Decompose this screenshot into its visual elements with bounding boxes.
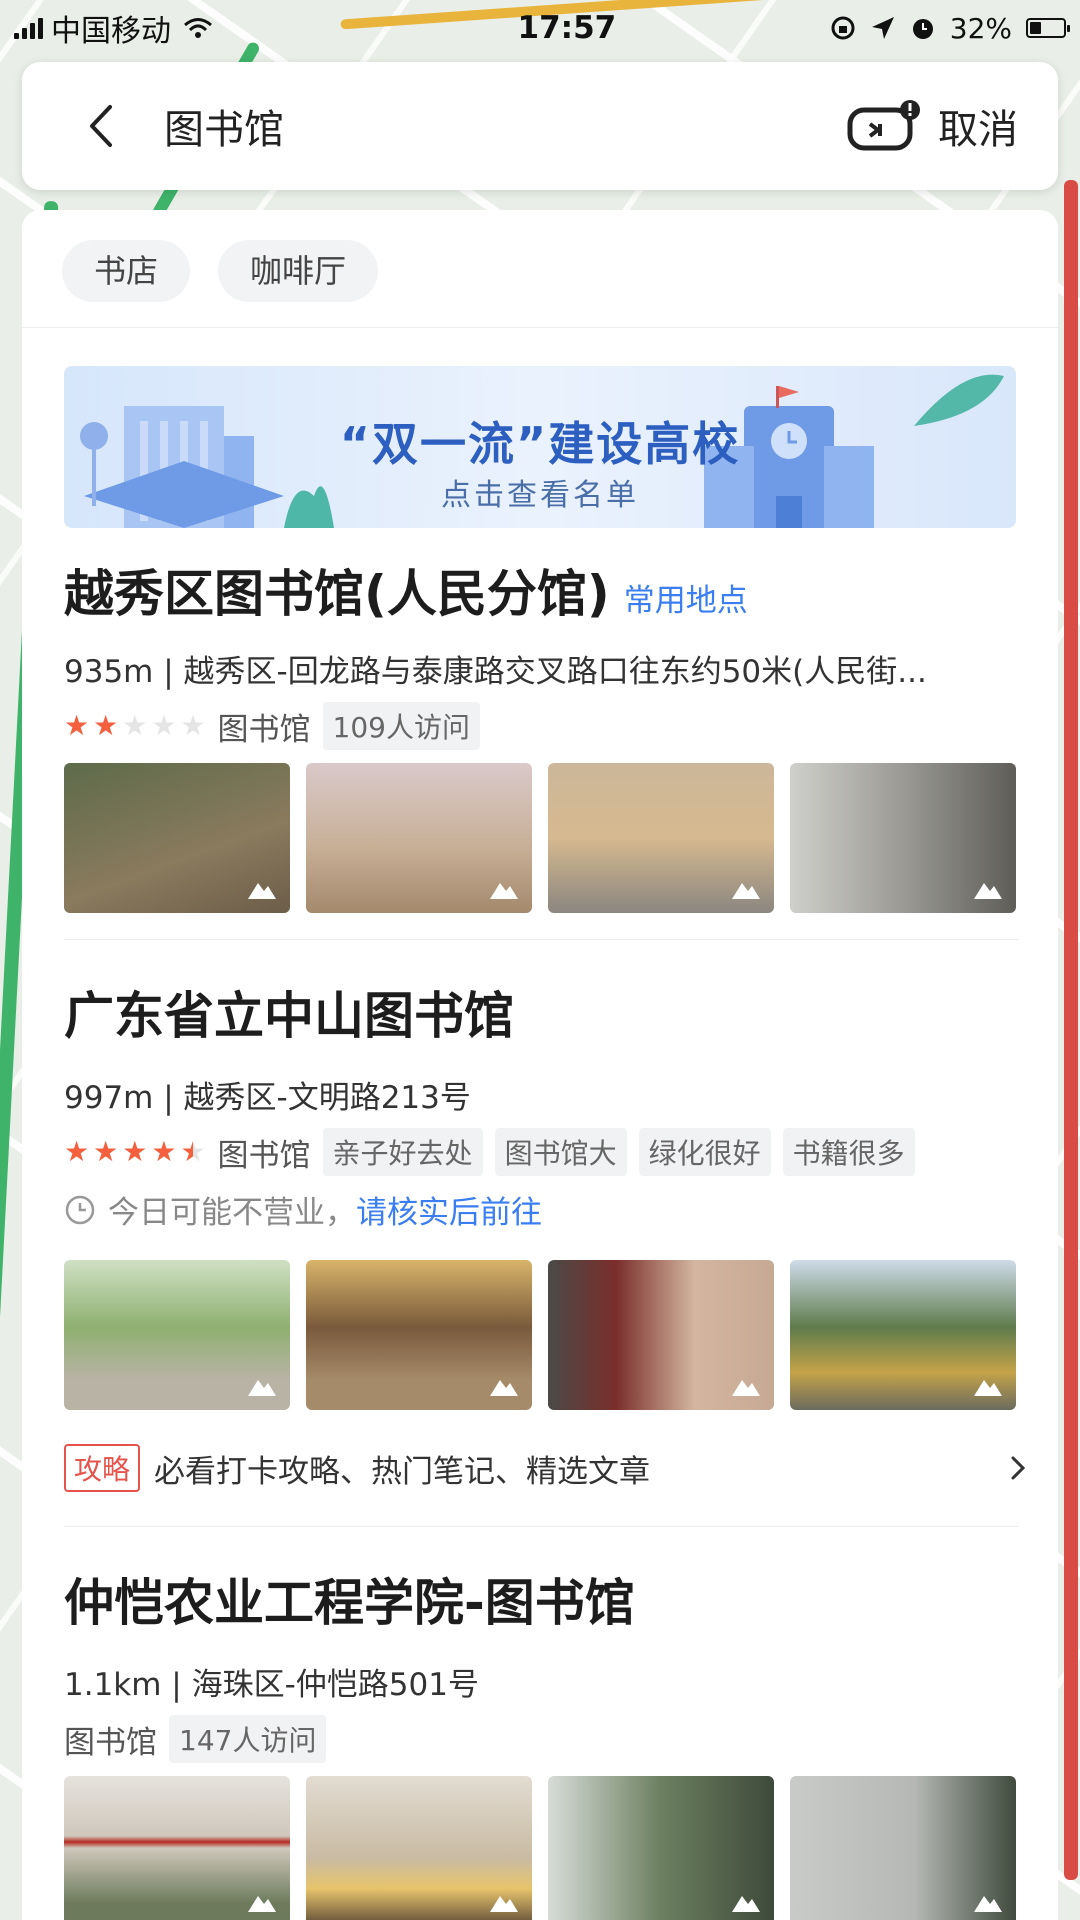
photo-thumbnail[interactable] xyxy=(64,1776,290,1920)
wifi-icon xyxy=(184,18,212,38)
suggestion-chips: 书店 咖啡厅 xyxy=(22,210,1058,328)
photo-thumbnail[interactable] xyxy=(64,1260,290,1410)
photo-icon xyxy=(732,883,760,899)
star-icon: ★ xyxy=(122,1135,148,1168)
photo-strip xyxy=(64,1776,1018,1920)
photo-icon xyxy=(490,883,518,899)
photo-icon xyxy=(490,1896,518,1912)
result-card[interactable]: 广东省立中山图书馆 997m | 越秀区-文明路213号 ★ ★ ★ ★ ★ 图… xyxy=(22,976,1058,1410)
photo-thumbnail[interactable] xyxy=(548,1260,774,1410)
photo-thumbnail[interactable] xyxy=(790,1776,1016,1920)
rating-stars: ★ ★ ★ ★ ★ xyxy=(64,1138,206,1166)
photo-icon xyxy=(974,883,1002,899)
frequent-place-link[interactable]: 常用地点 xyxy=(624,575,748,620)
hours-notice: 今日可能不营业， 请核实后前往 xyxy=(64,1187,1018,1232)
photo-icon xyxy=(732,1380,760,1396)
feature-tag: 图书馆大 xyxy=(494,1128,627,1176)
signal-icon xyxy=(14,17,43,39)
guide-text: 必看打卡攻略、热门笔记、精选文章 xyxy=(154,1453,651,1490)
clock-icon xyxy=(65,1195,95,1224)
star-icon: ★ xyxy=(180,709,206,742)
carrier-label: 中国移动 xyxy=(51,14,171,49)
status-bar: 中国移动 17:57 32% xyxy=(0,0,1080,56)
verify-link[interactable]: 请核实后前往 xyxy=(356,1187,542,1232)
star-icon: ★ xyxy=(93,1135,119,1168)
result-card[interactable]: 越秀区图书馆(人民分馆) 常用地点 935m | 越秀区-回龙路与泰康路交叉路口… xyxy=(22,554,1058,913)
photo-thumbnail[interactable] xyxy=(790,763,1016,913)
back-arrow-icon[interactable] xyxy=(82,101,122,151)
result-category: 图书馆 xyxy=(64,1724,157,1761)
feature-tag: 亲子好去处 xyxy=(322,1128,483,1176)
photo-icon xyxy=(248,1380,276,1396)
guide-row[interactable]: 攻略 必看打卡攻略、热门笔记、精选文章 xyxy=(22,1438,1058,1498)
chip-cafe[interactable]: 咖啡厅 xyxy=(218,240,379,302)
alarm-icon xyxy=(912,19,933,39)
result-name[interactable]: 仲恺农业工程学院-图书馆 xyxy=(64,1563,635,1635)
visit-count-badge: 109人访问 xyxy=(322,702,480,750)
feature-tag: 书籍很多 xyxy=(782,1128,915,1176)
rotation-lock-icon xyxy=(831,16,855,40)
photo-icon xyxy=(732,1896,760,1912)
search-header: 图书馆 取消 xyxy=(22,62,1058,190)
location-arrow-icon xyxy=(871,17,894,39)
battery-percent: 32% xyxy=(949,11,1012,45)
photo-thumbnail[interactable] xyxy=(548,763,774,913)
result-address: 1.1km | 海珠区-仲恺路501号 xyxy=(64,1667,479,1703)
divider xyxy=(64,939,1018,940)
banner-subtitle: 点击查看名单 xyxy=(441,478,639,513)
photo-thumbnail[interactable] xyxy=(64,763,290,913)
photo-strip xyxy=(64,1260,1018,1410)
star-icon: ★ xyxy=(122,709,148,742)
status-time: 17:57 xyxy=(517,10,617,46)
result-category: 图书馆 xyxy=(217,711,311,748)
star-icon: ★ xyxy=(93,709,119,742)
photo-icon xyxy=(974,1380,1002,1396)
search-query-text[interactable]: 图书馆 xyxy=(164,97,846,155)
star-icon: ★ xyxy=(64,709,90,742)
result-card[interactable]: 仲恺农业工程学院-图书馆 1.1km | 海珠区-仲恺路501号 图书馆 147… xyxy=(22,1563,1058,1920)
promo-banner[interactable]: “双一流”建设高校 点击查看名单 xyxy=(64,366,1016,528)
banner-title: “双一流”建设高校 xyxy=(339,417,741,471)
chevron-right-icon xyxy=(1011,1456,1026,1480)
photo-icon xyxy=(248,883,276,899)
visit-count-badge: 147人访问 xyxy=(169,1715,327,1763)
result-name[interactable]: 越秀区图书馆(人民分馆) xyxy=(64,554,610,626)
guide-badge: 攻略 xyxy=(64,1444,141,1492)
chip-bookstore[interactable]: 书店 xyxy=(62,240,191,302)
result-name[interactable]: 广东省立中山图书馆 xyxy=(64,976,514,1048)
divider xyxy=(64,1526,1018,1527)
photo-icon xyxy=(248,1896,276,1912)
photo-thumbnail[interactable] xyxy=(306,1776,532,1920)
result-address: 935m | 越秀区-回龙路与泰康路交叉路口往东约50米(人民街... xyxy=(64,654,927,690)
star-icon: ★ xyxy=(64,1135,90,1168)
results-panel[interactable]: 书店 咖啡厅 “双一流”建设高校 点击查看名单 越秀区图书馆(人民分馆) 常用地… xyxy=(22,210,1058,1920)
photo-thumbnail[interactable] xyxy=(306,763,532,913)
feature-tag: 绿化很好 xyxy=(638,1128,771,1176)
star-icon: ★ xyxy=(151,1135,177,1168)
photo-thumbnail[interactable] xyxy=(790,1260,1016,1410)
star-icon: ★ xyxy=(151,709,177,742)
photo-thumbnail[interactable] xyxy=(548,1776,774,1920)
photo-strip xyxy=(64,763,1018,913)
result-category: 图书馆 xyxy=(217,1137,311,1174)
result-address: 997m | 越秀区-文明路213号 xyxy=(64,1080,471,1116)
half-star-icon: ★ xyxy=(180,1135,206,1168)
ar-navigation-icon[interactable] xyxy=(846,98,920,154)
hours-text: 今日可能不营业， xyxy=(108,1195,356,1231)
photo-thumbnail[interactable] xyxy=(306,1260,532,1410)
photo-icon xyxy=(490,1380,518,1396)
cancel-button[interactable]: 取消 xyxy=(938,97,1018,155)
battery-icon xyxy=(1026,18,1070,38)
rating-stars: ★ ★ ★ ★ ★ xyxy=(64,712,206,740)
photo-icon xyxy=(974,1896,1002,1912)
